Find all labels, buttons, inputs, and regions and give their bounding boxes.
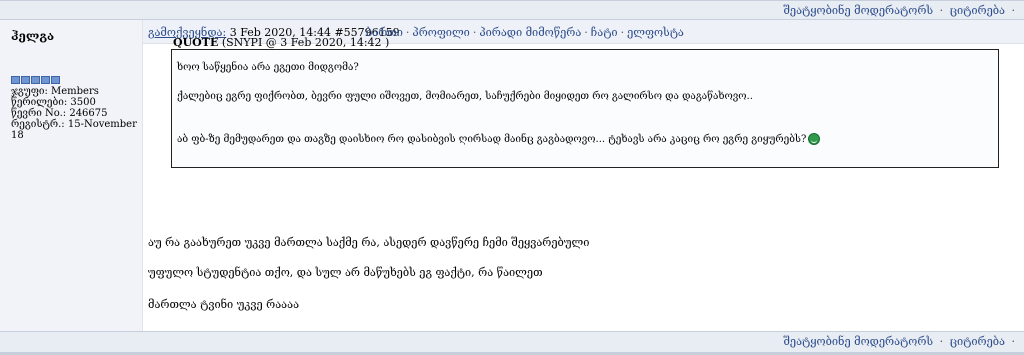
post-body-line: მართლა ტვინი უკვე რაააა [148,298,300,311]
report-to-moderator-link[interactable]: შეატყობინე მოდერატორს [783,4,933,17]
smiley-icon [808,133,821,145]
separator: · [472,26,477,39]
quote-attribution: (SNYPI @ 3 Feb 2020, 14:42 ) [221,36,390,49]
quote-line-with-smiley: აბ ფბ-ზე მემუდარეთ და თაგზე დაისხიო რო დ… [177,133,821,146]
separator: · [1011,335,1016,348]
quote-line: ქალებიც ეგრე ფიქრობთ, ბევრი ფული იშოვეთ,… [177,91,753,102]
separator: · [939,335,944,348]
quote-link[interactable]: ციტირება [950,4,1005,17]
report-to-moderator-link[interactable]: შეატყობინე მოდერატორს [783,335,933,348]
author-registered: რეგისტრ.: 15-November 18 [11,119,137,141]
rank-pip-icon [51,76,60,84]
author-panel: ჰელგა ჯგუფი: Members წერილები: 3500 წევრ… [0,20,143,331]
quote-line: ხოო საწყენია არა ეგეთი მიდგომა? [177,62,359,73]
quote-link[interactable]: ციტირება [950,335,1005,348]
rank-pip-icon [31,76,40,84]
separator: · [1011,4,1016,17]
author-posts: წერილები: 3500 [11,97,96,108]
separator: · [584,26,588,39]
quote-box: ხოო საწყენია არა ეგეთი მიდგომა? ქალებიც … [171,49,999,168]
separator: · [939,4,944,17]
rank-pip-icon [21,76,30,84]
author-group: ჯგუფი: Members [11,86,99,97]
separator: · [620,26,625,39]
action-email-link[interactable]: ელფოსტა [627,26,684,39]
bottom-bar-links: შეატყობინე მოდერატორს · ციტირება · [783,335,1018,348]
separator: · [405,26,410,39]
action-profile-link[interactable]: პროფილი [412,26,469,39]
author-name[interactable]: ჰელგა [11,29,54,43]
post-bottom-bar: შეატყობინე მოდერატორს · ციტირება · [0,331,1024,353]
top-bar-links: შეატყობინე მოდერატორს · ციტირება · [783,4,1018,17]
post-actions: ბართი · პროფილი · პირადი მიმოწერა · ჩატი · ელფოს… [366,26,684,39]
post-body-line: უფულო სტუდენტია თქო, და სულ არ მაწუხებს … [148,266,543,279]
quote-line: აბ ფბ-ზე მემუდარეთ და თაგზე დაისხიო რო დ… [177,134,807,145]
post-top-bar: შეატყობინე მოდერატორს · ციტირება · [0,0,1024,20]
author-member-no: წევრი No.: 246675 [11,108,108,119]
quote-label: QUOTE [173,36,219,49]
rank-pips-icon [11,76,60,84]
rank-pip-icon [41,76,50,84]
rank-pip-icon [11,76,20,84]
post-body-line: აუ რა გაახურეთ უკვე მართლა საქმე რა, ასე… [148,236,590,249]
action-private-message-link[interactable]: პირადი მიმოწერა [479,26,581,39]
author-meta: ჯგუფი: Members წერილები: 3500 წევრი No.:… [11,86,142,141]
action-chat-link[interactable]: ჩატი [591,26,618,39]
quote-header: QUOTE (SNYPI @ 3 Feb 2020, 14:42 ) [173,36,389,49]
